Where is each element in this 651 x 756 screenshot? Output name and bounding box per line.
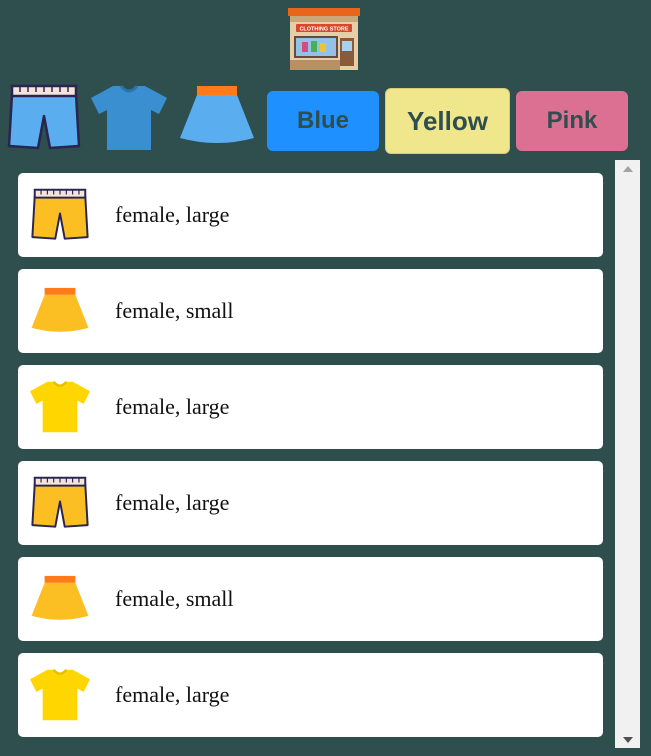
list-item[interactable]: female, small bbox=[18, 557, 603, 641]
item-description: female, large bbox=[115, 682, 230, 707]
filter-pink-label: Pink bbox=[546, 107, 598, 134]
clothing-store-icon: CLOTHING STORE bbox=[288, 8, 360, 70]
scrollbar[interactable] bbox=[615, 160, 640, 748]
filter-tshirt-button[interactable] bbox=[91, 84, 167, 152]
list-item[interactable]: female, large bbox=[18, 173, 603, 257]
results-list: female, large female, small female, larg… bbox=[18, 173, 603, 749]
skirt-icon bbox=[30, 569, 90, 629]
shorts-icon bbox=[30, 473, 90, 533]
shorts-icon bbox=[7, 84, 81, 150]
filter-shorts-button[interactable] bbox=[6, 84, 82, 152]
skirt-icon bbox=[30, 281, 90, 341]
shorts-icon bbox=[30, 185, 90, 245]
skirt-icon bbox=[180, 86, 254, 143]
list-item[interactable]: female, small bbox=[18, 269, 603, 353]
item-description: female, large bbox=[115, 202, 230, 227]
filter-skirt-button[interactable] bbox=[178, 84, 256, 152]
filter-yellow-label: Yellow bbox=[407, 105, 488, 136]
tshirt-icon bbox=[30, 377, 90, 437]
scroll-down-arrow-icon[interactable] bbox=[615, 731, 640, 748]
item-description: female, large bbox=[115, 490, 230, 515]
tshirt-icon bbox=[91, 85, 167, 150]
list-item[interactable]: female, large bbox=[18, 461, 603, 545]
scroll-up-arrow-icon[interactable] bbox=[615, 160, 640, 177]
store-sign-text: CLOTHING STORE bbox=[299, 27, 348, 33]
list-item[interactable]: female, large bbox=[18, 365, 603, 449]
tshirt-icon bbox=[30, 665, 90, 725]
filter-blue-button[interactable]: Blue bbox=[267, 91, 379, 151]
filter-yellow-button[interactable]: Yellow bbox=[385, 88, 510, 154]
item-description: female, small bbox=[115, 586, 234, 611]
item-description: female, large bbox=[115, 394, 230, 419]
filter-pink-button[interactable]: Pink bbox=[516, 91, 628, 151]
list-item[interactable]: female, large bbox=[18, 653, 603, 737]
filter-blue-label: Blue bbox=[296, 107, 349, 134]
item-description: female, small bbox=[115, 298, 234, 323]
